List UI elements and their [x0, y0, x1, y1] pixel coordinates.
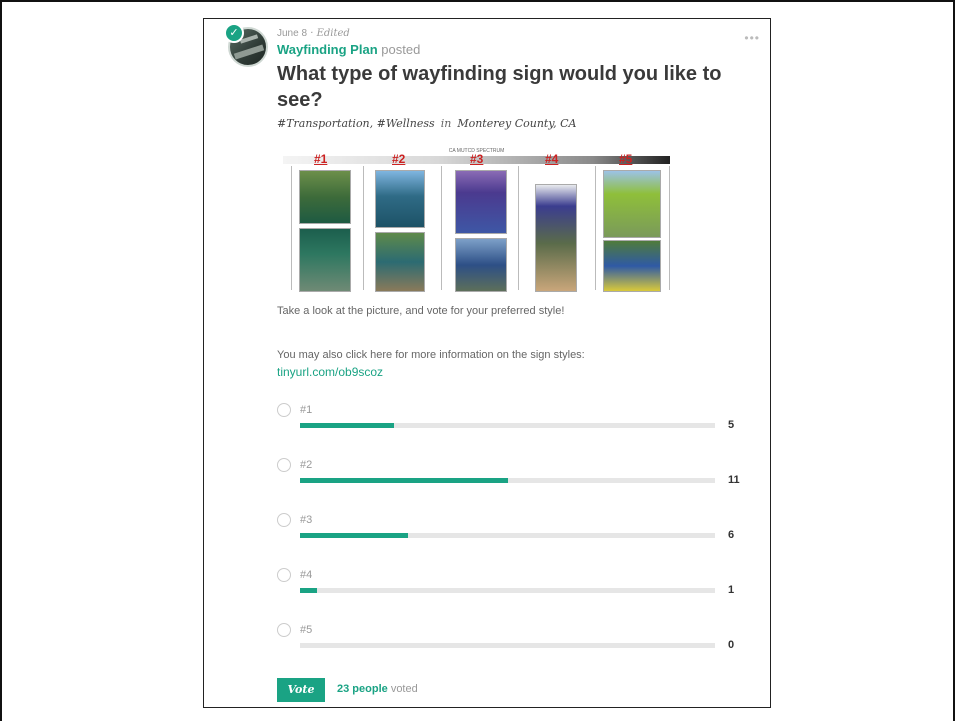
option-label: #3: [300, 514, 313, 526]
post-date: June 8: [277, 28, 308, 39]
result-fill: [300, 478, 508, 483]
option-label: #2: [300, 459, 313, 471]
poll-post-card: ✓ June 8 · Edited Wayfinding Plan posted…: [203, 18, 771, 708]
divider: [669, 166, 670, 290]
radio-button[interactable]: [277, 568, 291, 582]
sign-number: #2: [392, 152, 406, 166]
sign-photo: [535, 184, 577, 292]
post-description: Take a look at the picture, and vote for…: [277, 305, 565, 317]
option-label: #1: [300, 404, 313, 416]
location-text[interactable]: Monterey County, CA: [457, 117, 576, 130]
poll-option[interactable]: #3 6: [277, 513, 747, 553]
radio-button[interactable]: [277, 403, 291, 417]
vote-button[interactable]: Vote: [277, 678, 325, 702]
radio-button[interactable]: [277, 458, 291, 472]
divider: [291, 166, 292, 290]
divider: [595, 166, 596, 290]
poll-option[interactable]: #2 11: [277, 458, 747, 498]
poll-option[interactable]: #5 0: [277, 623, 747, 663]
edited-label: Edited: [316, 28, 350, 39]
sign-styles-image: CA MUTCD SPECTRUM #1 #2 #3 #4 #5: [283, 148, 670, 292]
post-meta: June 8 · Edited: [277, 28, 350, 39]
sign-number: #3: [470, 152, 484, 166]
result-bar: [300, 643, 715, 648]
sign-photo: [455, 238, 507, 292]
ellipsis-icon[interactable]: •••: [744, 31, 760, 45]
voted-summary: 23 people voted: [337, 683, 418, 695]
sign-photo: [455, 170, 507, 234]
verified-check-icon: ✓: [224, 23, 244, 43]
result-bar: [300, 478, 715, 483]
radio-button[interactable]: [277, 513, 291, 527]
post-tags: #Transportation, #Wellness in Monterey Cou…: [277, 117, 576, 130]
vote-count: 0: [728, 639, 735, 651]
sign-number: #4: [545, 152, 559, 166]
result-bar: [300, 533, 715, 538]
sign-photo: [603, 170, 661, 238]
divider: [518, 166, 519, 290]
result-fill: [300, 588, 317, 593]
divider: [441, 166, 442, 290]
divider: [363, 166, 364, 290]
posted-label: posted: [381, 42, 421, 57]
result-bar: [300, 588, 715, 593]
people-count[interactable]: 23 people: [337, 683, 388, 695]
sign-photo: [603, 240, 661, 292]
voted-label: voted: [390, 683, 418, 695]
organization-link[interactable]: Wayfinding Plan: [277, 42, 378, 57]
radio-button[interactable]: [277, 623, 291, 637]
vote-count: 11: [728, 474, 740, 486]
in-label: in: [440, 117, 452, 130]
sign-photo: [299, 228, 351, 292]
result-fill: [300, 533, 408, 538]
sign-photo: [375, 232, 425, 292]
more-info-text: You may also click here for more informa…: [277, 349, 585, 361]
vote-count: 6: [728, 529, 735, 541]
sign-photo: [299, 170, 351, 224]
result-bar: [300, 423, 715, 428]
result-fill: [300, 423, 395, 428]
option-label: #5: [300, 624, 313, 636]
tags-text[interactable]: #Transportation, #Wellness: [277, 117, 435, 130]
sign-photo: [375, 170, 425, 228]
option-label: #4: [300, 569, 313, 581]
poll-option[interactable]: #4 1: [277, 568, 747, 608]
post-title: What type of wayfinding sign would you l…: [277, 63, 722, 111]
poster-line: Wayfinding Plan posted: [277, 42, 420, 57]
sign-number: #1: [314, 152, 328, 166]
sign-number: #5: [619, 152, 633, 166]
vote-count: 5: [728, 419, 735, 431]
vote-count: 1: [728, 584, 735, 596]
poll-option[interactable]: #1 5: [277, 403, 747, 443]
info-link[interactable]: tinyurl.com/ob9scoz: [277, 365, 383, 379]
